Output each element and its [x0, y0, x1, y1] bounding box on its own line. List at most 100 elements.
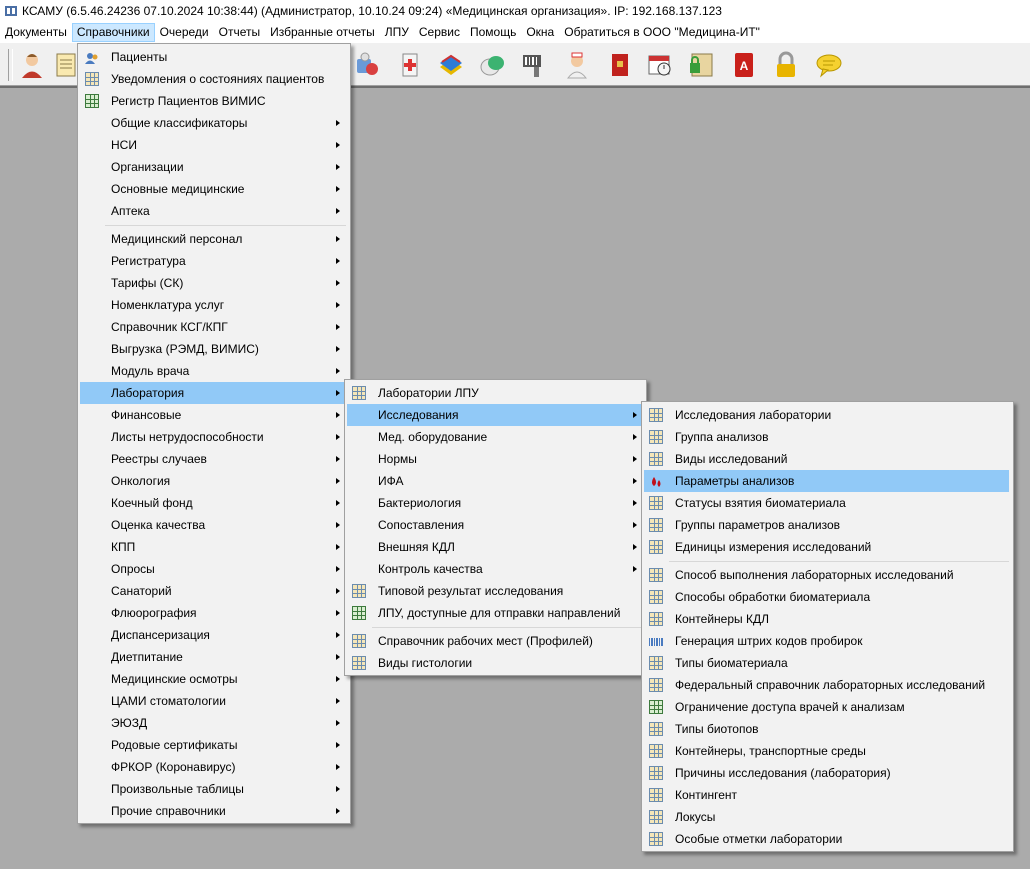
menu-item[interactable]: Бактериология: [347, 492, 642, 514]
menu-item[interactable]: Организации: [80, 156, 346, 178]
menu-item[interactable]: Медицинские осмотры: [80, 668, 346, 690]
barcode-scanner-icon[interactable]: [520, 51, 548, 79]
menu-item[interactable]: Типы биотопов: [644, 718, 1009, 740]
menu-item[interactable]: Справочник рабочих мест (Профилей): [347, 630, 642, 652]
menu-lpu[interactable]: ЛПУ: [380, 23, 414, 42]
document-icon[interactable]: [52, 51, 80, 79]
menu-item[interactable]: Способ выполнения лабораторных исследова…: [644, 564, 1009, 586]
menu-item[interactable]: Финансовые: [80, 404, 346, 426]
menu-queues[interactable]: Очереди: [155, 23, 214, 42]
menu-item[interactable]: НСИ: [80, 134, 346, 156]
menu-item-label: Модуль врача: [111, 364, 190, 378]
menu-item[interactable]: Оценка качества: [80, 514, 346, 536]
menu-item[interactable]: Ограничение доступа врачей к анализам: [644, 696, 1009, 718]
menu-item[interactable]: Генерация штрих кодов пробирок: [644, 630, 1009, 652]
menu-item[interactable]: Регистр Пациентов ВИМИС: [80, 90, 346, 112]
menu-item[interactable]: Номенклатура услуг: [80, 294, 346, 316]
table-icon: [85, 72, 99, 86]
menu-item[interactable]: Листы нетрудоспособности: [80, 426, 346, 448]
menu-item[interactable]: ЛПУ, доступные для отправки направлений: [347, 602, 642, 624]
menu-item[interactable]: Контроль качества: [347, 558, 642, 580]
menu-item[interactable]: Регистратура: [80, 250, 346, 272]
menu-item[interactable]: Контингент: [644, 784, 1009, 806]
menu-item[interactable]: Общие классификаторы: [80, 112, 346, 134]
menu-item[interactable]: Единицы измерения исследований: [644, 536, 1009, 558]
menu-item[interactable]: Типы биоматериала: [644, 652, 1009, 674]
menu-item[interactable]: Типовой результат исследования: [347, 580, 642, 602]
lock-book-icon[interactable]: [688, 51, 716, 79]
nurse-icon[interactable]: [563, 51, 591, 79]
menu-service[interactable]: Сервис: [414, 23, 465, 42]
padlock-icon[interactable]: [772, 51, 800, 79]
menu-item[interactable]: Тарифы (СК): [80, 272, 346, 294]
menu-item-label: ЛПУ, доступные для отправки направлений: [378, 606, 621, 620]
menu-item[interactable]: Произвольные таблицы: [80, 778, 346, 800]
doctor-icon[interactable]: [18, 51, 46, 79]
menu-item[interactable]: Контейнеры КДЛ: [644, 608, 1009, 630]
menu-contact[interactable]: Обратиться в ООО "Медицина-ИТ": [559, 23, 765, 42]
menu-item[interactable]: Мед. оборудование: [347, 426, 642, 448]
table-icon: [649, 832, 663, 846]
books-icon[interactable]: [437, 51, 465, 79]
speech-bubble-icon[interactable]: [815, 51, 843, 79]
menu-item[interactable]: Основные медицинские: [80, 178, 346, 200]
menu-item[interactable]: Исследования лаборатории: [644, 404, 1009, 426]
menu-reports[interactable]: Отчеты: [214, 23, 265, 42]
menu-item[interactable]: Группы параметров анализов: [644, 514, 1009, 536]
menu-item[interactable]: Внешняя КДЛ: [347, 536, 642, 558]
menu-item[interactable]: Модуль врача: [80, 360, 346, 382]
menu-item[interactable]: Виды исследований: [644, 448, 1009, 470]
menu-item[interactable]: Пациенты: [80, 46, 346, 68]
menu-item[interactable]: Лаборатории ЛПУ: [347, 382, 642, 404]
menu-item[interactable]: КПП: [80, 536, 346, 558]
menu-item-label: Аптека: [111, 204, 150, 218]
toolbar-grip[interactable]: [8, 49, 13, 81]
menu-item[interactable]: ФРКОР (Коронавирус): [80, 756, 346, 778]
submenu-arrow-icon: [336, 346, 340, 352]
medical-box-icon[interactable]: [396, 51, 424, 79]
menu-item[interactable]: Реестры случаев: [80, 448, 346, 470]
menu-item[interactable]: ЭЮЗД: [80, 712, 346, 734]
menu-reference-books[interactable]: Справочники: [71, 23, 155, 42]
menu-help[interactable]: Помощь: [465, 23, 521, 42]
menu-item[interactable]: Медицинский персонал: [80, 228, 346, 250]
menu-item[interactable]: Нормы: [347, 448, 642, 470]
menu-item[interactable]: Онкология: [80, 470, 346, 492]
pdf-icon[interactable]: A: [730, 51, 758, 79]
menu-documents[interactable]: Документы: [0, 23, 72, 42]
menu-item[interactable]: ЦАМИ стоматологии: [80, 690, 346, 712]
menu-item[interactable]: Федеральный справочник лабораторных иссл…: [644, 674, 1009, 696]
menu-item[interactable]: Прочие справочники: [80, 800, 346, 822]
menu-item[interactable]: Лаборатория: [80, 382, 346, 404]
menu-item[interactable]: Особые отметки лаборатории: [644, 828, 1009, 850]
menu-item[interactable]: Причины исследования (лаборатория): [644, 762, 1009, 784]
calendar-icon[interactable]: [646, 51, 674, 79]
menu-item[interactable]: Справочник КСГ/КПГ: [80, 316, 346, 338]
menu-item[interactable]: Диетпитание: [80, 646, 346, 668]
menu-item[interactable]: Контейнеры, транспортные среды: [644, 740, 1009, 762]
menu-item[interactable]: Сопоставления: [347, 514, 642, 536]
menu-item[interactable]: Выгрузка (РЭМД, ВИМИС): [80, 338, 346, 360]
menu-item[interactable]: Аптека: [80, 200, 346, 222]
submenu-arrow-icon: [336, 186, 340, 192]
menu-item[interactable]: Виды гистологии: [347, 652, 642, 674]
menu-item[interactable]: Диспансеризация: [80, 624, 346, 646]
menu-item[interactable]: Локусы: [644, 806, 1009, 828]
menu-item[interactable]: Родовые сертификаты: [80, 734, 346, 756]
red-book-icon[interactable]: [606, 51, 634, 79]
menu-favorite-reports[interactable]: Избранные отчеты: [265, 23, 380, 42]
pills-icon[interactable]: [354, 51, 382, 79]
menu-item[interactable]: Исследования: [347, 404, 642, 426]
menu-item[interactable]: Коечный фонд: [80, 492, 346, 514]
menu-item[interactable]: Способы обработки биоматериала: [644, 586, 1009, 608]
menu-windows[interactable]: Окна: [521, 23, 559, 42]
menu-item[interactable]: Статусы взятия биоматериала: [644, 492, 1009, 514]
menu-item[interactable]: Параметры анализов: [644, 470, 1009, 492]
menu-item[interactable]: Уведомления о состояниях пациентов: [80, 68, 346, 90]
menu-item[interactable]: ИФА: [347, 470, 642, 492]
menu-item[interactable]: Опросы: [80, 558, 346, 580]
menu-item[interactable]: Группа анализов: [644, 426, 1009, 448]
capsule-icon[interactable]: [478, 51, 506, 79]
menu-item[interactable]: Флюорография: [80, 602, 346, 624]
menu-item[interactable]: Санаторий: [80, 580, 346, 602]
